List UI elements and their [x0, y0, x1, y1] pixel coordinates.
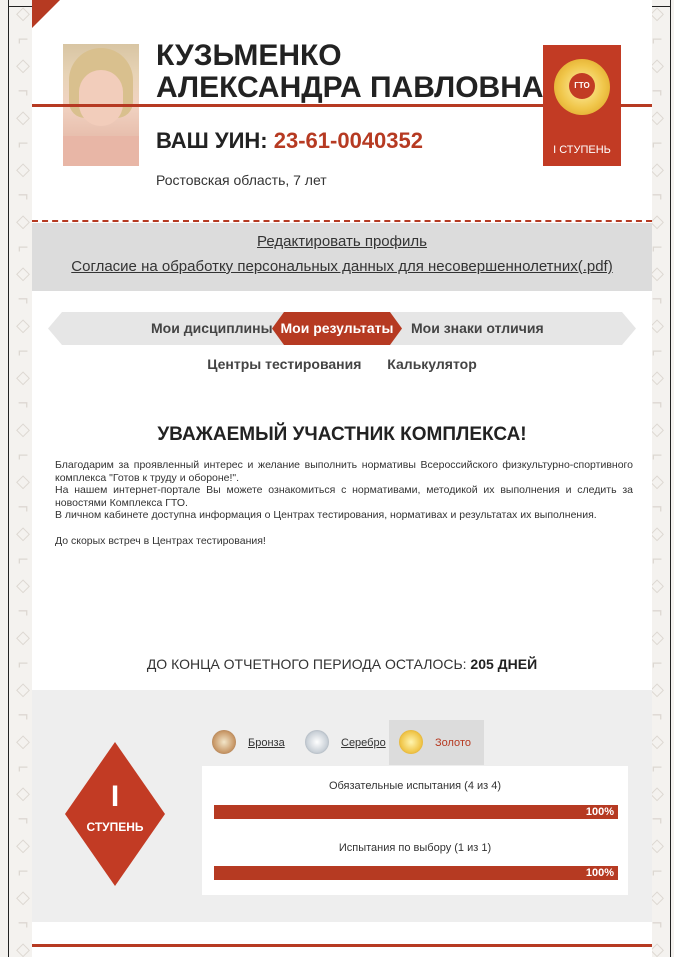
bronze-medal-icon — [212, 730, 236, 754]
footer-divider — [32, 944, 652, 947]
level-label: СТУПЕНЬ — [86, 820, 144, 834]
results-box: Обязательные испытания (4 из 4) 100% Исп… — [202, 766, 628, 895]
tab-results[interactable]: Мои результаты — [272, 312, 402, 345]
optional-progress-fill — [214, 866, 618, 880]
uin-line: ВАШ УИН: 23-61-0040352 — [156, 128, 423, 154]
tab-disciplines[interactable]: Мои дисциплины — [151, 320, 273, 336]
silver-medal-icon — [305, 730, 329, 754]
user-name: КУЗЬМЕНКО АЛЕКСАНДРА ПАВЛОВНА — [156, 39, 544, 104]
optional-tests-label: Испытания по выбору (1 из 1) — [338, 842, 492, 854]
tab-testing-centers[interactable]: Центры тестирования — [207, 356, 361, 372]
region-age: Ростовская область, 7 лет — [156, 172, 327, 188]
welcome-paragraph-2: На нашем интернет-портале Вы можете озна… — [55, 484, 633, 509]
welcome-paragraph-3: В личном кабинете доступна информация о … — [55, 509, 597, 521]
welcome-title: УВАЖАЕМЫЙ УЧАСТНИК КОМПЛЕКСА! — [157, 424, 527, 445]
tab-bronze[interactable]: Бронза — [202, 720, 292, 765]
dashed-divider — [32, 220, 652, 222]
badge-label: I СТУПЕНЬ — [553, 144, 611, 156]
welcome-paragraph-4: До скорых встреч в Центрах тестирования! — [55, 534, 266, 547]
background-ornament-left: ◇⌐◇¬◇⌐◇¬◇⌐◇¬◇⌐◇¬◇⌐◇¬◇⌐◇¬◇⌐◇¬◇⌐◇¬◇⌐◇¬◇⌐ — [16, 3, 30, 957]
level-diamond: I СТУПЕНЬ — [65, 742, 165, 886]
frame-border-right — [670, 0, 671, 957]
welcome-text: Благодарим за проявленный интерес и жела… — [55, 459, 633, 547]
profile-links: Редактировать профиль Согласие на обрабо… — [32, 223, 652, 291]
bronze-label: Бронза — [248, 737, 285, 749]
gto-emblem-icon: ГТО — [554, 59, 610, 115]
gold-medal-icon — [399, 730, 423, 754]
tab-silver[interactable]: Серебро — [295, 720, 386, 765]
emblem-text: ГТО — [569, 73, 595, 99]
uin-value: 23-61-0040352 — [273, 128, 423, 153]
progress-section: I СТУПЕНЬ Бронза Серебро Золото Обязател… — [32, 690, 652, 922]
cabinet-tabs: Мои дисциплины Мои результаты Мои знаки … — [48, 312, 636, 345]
uin-label: ВАШ УИН: — [156, 128, 268, 153]
tab-gold[interactable]: Золото — [389, 720, 484, 765]
required-progress-bar: 100% — [214, 805, 618, 819]
level-number: I — [110, 780, 120, 813]
required-progress-fill — [214, 805, 618, 819]
level-badge: ГТО I СТУПЕНЬ — [543, 45, 621, 166]
edit-profile-link[interactable]: Редактировать профиль — [32, 233, 652, 250]
period-remaining: ДО КОНЦА ОТЧЕТНОГО ПЕРИОДА ОСТАЛОСЬ: 205… — [32, 656, 652, 672]
profile-header: КУЗЬМЕНКО АЛЕКСАНДРА ПАВЛОВНА ВАШ УИН: 2… — [32, 0, 652, 222]
profile-card: КУЗЬМЕНКО АЛЕКСАНДРА ПАВЛОВНА ВАШ УИН: 2… — [32, 0, 652, 957]
optional-progress-bar: 100% — [214, 866, 618, 880]
consent-pdf-link[interactable]: Согласие на обработку персональных данны… — [32, 258, 652, 275]
silver-label: Серебро — [341, 737, 386, 749]
gold-label: Золото — [435, 737, 471, 749]
required-progress-percent: 100% — [585, 806, 614, 818]
tab-signs[interactable]: Мои знаки отличия — [411, 320, 544, 336]
frame-border-left — [8, 0, 9, 957]
welcome-paragraph-1: Благодарим за проявленный интерес и жела… — [55, 459, 633, 484]
period-label: ДО КОНЦА ОТЧЕТНОГО ПЕРИОДА ОСТАЛОСЬ: — [146, 656, 467, 672]
period-value: 205 ДНЕЙ — [470, 656, 538, 672]
tab-calculator[interactable]: Калькулятор — [387, 356, 476, 372]
secondary-tabs: Центры тестирования Калькулятор — [32, 356, 652, 372]
optional-progress-percent: 100% — [585, 867, 614, 879]
required-tests-label: Обязательные испытания (4 из 4) — [328, 780, 502, 792]
